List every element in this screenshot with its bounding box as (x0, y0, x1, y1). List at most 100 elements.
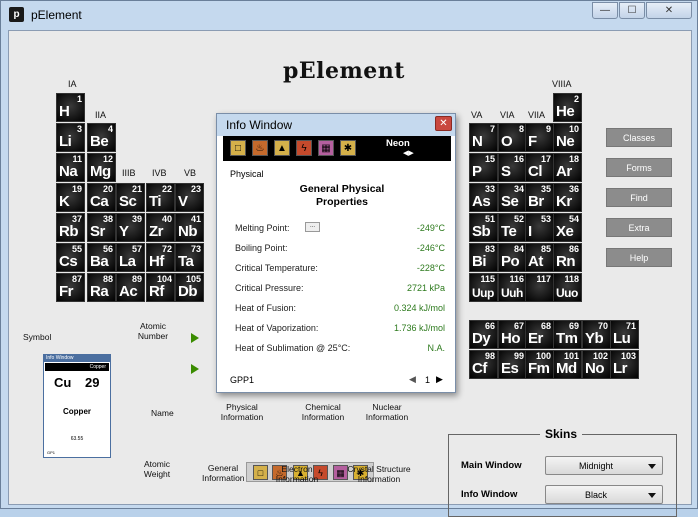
classes-button[interactable]: Classes (606, 128, 672, 147)
element-cell[interactable]: 40 Zr (146, 213, 175, 242)
element-cell[interactable]: 56 Ba (87, 243, 116, 272)
general-info-icon[interactable]: □ (253, 465, 268, 480)
element-cell[interactable]: 41 Nb (175, 213, 204, 242)
maximize-button[interactable]: ☐ (619, 2, 645, 19)
next-page-icon[interactable]: ▶ (436, 374, 443, 385)
element-cell[interactable]: 71 Lu (610, 320, 639, 349)
close-button[interactable]: ✕ (646, 2, 692, 19)
element-cell[interactable]: 99 Es (498, 350, 527, 379)
find-button[interactable]: Find (606, 188, 672, 207)
element-cell[interactable]: 1H (56, 93, 85, 122)
lanthanide-arrow-icon[interactable] (191, 333, 199, 343)
element-cell[interactable]: 23 V (175, 183, 204, 212)
prop-value: -228°C (416, 263, 445, 273)
element-cell[interactable]: 7N (469, 123, 498, 152)
element-cell[interactable]: 70 Yb (582, 320, 611, 349)
info-close-icon[interactable]: ✕ (435, 116, 452, 131)
element-cell[interactable]: 19 K (56, 183, 85, 212)
minimize-button[interactable]: — (592, 2, 618, 19)
element-symbol: Li (59, 133, 72, 150)
element-cell[interactable]: 69 Tm (553, 320, 582, 349)
nuclear-atom-icon[interactable]: ✱ (340, 140, 356, 156)
element-cell[interactable]: 33 As (469, 183, 498, 212)
element-cell[interactable]: 66 Dy (469, 320, 498, 349)
element-cell[interactable]: 9F (525, 123, 554, 152)
element-cell[interactable]: 37 Rb (56, 213, 85, 242)
element-cell[interactable]: 34 Se (498, 183, 527, 212)
main-window-skin-select[interactable]: Midnight (545, 456, 663, 475)
element-cell[interactable]: 102 No (582, 350, 611, 379)
element-cell[interactable]: 54 Xe (553, 213, 582, 242)
element-cell[interactable]: 17 Cl (525, 153, 554, 182)
element-cell[interactable]: 85 At (525, 243, 554, 272)
element-cell[interactable]: 22 Ti (146, 183, 175, 212)
element-cell[interactable]: 16 S (498, 153, 527, 182)
element-cell[interactable]: 68 Er (525, 320, 554, 349)
element-symbol: Sc (119, 193, 137, 210)
element-cell[interactable]: 52 Te (498, 213, 527, 242)
group-label-viiia: VIIIA (552, 79, 572, 89)
element-cell[interactable]: 105 Db (175, 273, 204, 302)
crystal-cube-icon[interactable]: ▦ (318, 140, 334, 156)
element-cell[interactable]: 12 Mg (87, 153, 116, 182)
element-cell[interactable]: 53 I (525, 213, 554, 242)
element-cell[interactable]: 67 Ho (498, 320, 527, 349)
element-cell[interactable]: 98 Cf (469, 350, 498, 379)
element-cell[interactable]: 3 Li (56, 123, 85, 152)
element-cell[interactable]: 83 Bi (469, 243, 498, 272)
element-number: 118 (564, 274, 579, 284)
chemical-bolt-icon[interactable]: ϟ (296, 140, 312, 156)
element-cell[interactable]: 18 Ar (553, 153, 582, 182)
element-cell[interactable]: 36 Kr (553, 183, 582, 212)
melting-detail-button[interactable]: ... (305, 222, 320, 232)
nuclear-info-label: Nuclear Information (365, 402, 409, 422)
element-cell[interactable]: 38 Sr (87, 213, 116, 242)
element-cell[interactable]: 72 Hf (146, 243, 175, 272)
element-cell[interactable]: 101 Md (553, 350, 582, 379)
element-cell[interactable]: 104 Rf (146, 273, 175, 302)
element-cell[interactable]: 73 Ta (175, 243, 204, 272)
element-cell[interactable]: 103 Lr (610, 350, 639, 379)
element-cell[interactable]: 20 Ca (87, 183, 116, 212)
prev-page-icon[interactable]: ◀ (409, 374, 416, 385)
extra-button[interactable]: Extra (606, 218, 672, 237)
element-cell[interactable]: 55 Cs (56, 243, 85, 272)
info-window-skin-label: Info Window (461, 489, 518, 500)
mini-toolbar-name: Copper (89, 364, 106, 370)
element-cell[interactable]: 10 Ne (553, 123, 582, 152)
element-symbol: Ac (119, 283, 138, 300)
element-cell[interactable]: 87 Fr (56, 273, 85, 302)
element-cell[interactable]: 116 Uuh (498, 273, 527, 302)
element-cell[interactable]: 39 Y (116, 213, 145, 242)
electron-flask-icon[interactable]: ♨ (252, 140, 268, 156)
info-footer-code: GPP1 (230, 375, 255, 385)
forms-button[interactable]: Forms (606, 158, 672, 177)
element-symbol: Ra (90, 283, 109, 300)
element-cell[interactable]: 51 Sb (469, 213, 498, 242)
help-button[interactable]: Help (606, 248, 672, 267)
element-cell[interactable]: 88 Ra (87, 273, 116, 302)
element-cell[interactable]: 84 Po (498, 243, 527, 272)
general-info-icon[interactable]: □ (230, 140, 246, 156)
physical-flask-icon[interactable]: ▲ (274, 140, 290, 156)
element-cell[interactable]: 15 P (469, 153, 498, 182)
element-cell[interactable]: 2 He (553, 93, 582, 122)
element-symbol: Ho (501, 330, 521, 347)
element-cell[interactable]: 57 La (116, 243, 145, 272)
element-cell[interactable]: 86 Rn (553, 243, 582, 272)
element-cell[interactable]: 118 Uuo (553, 273, 582, 302)
element-cell[interactable]: 11 Na (56, 153, 85, 182)
element-cell[interactable]: 4 Be (87, 123, 116, 152)
info-window-skin-select[interactable]: Black (545, 485, 663, 504)
chevron-down-icon (648, 493, 656, 498)
element-nav-arrows[interactable]: ◀▶ (403, 149, 414, 157)
element-cell[interactable]: 100 Fm (525, 350, 554, 379)
element-cell[interactable]: 115 Uup (469, 273, 498, 302)
actinide-arrow-icon[interactable] (191, 364, 199, 374)
element-cell[interactable]: 117 (525, 273, 554, 302)
element-cell[interactable]: 35 Br (525, 183, 554, 212)
element-cell[interactable]: 89 Ac (116, 273, 145, 302)
prop-label: Heat of Sublimation @ 25°C: (235, 343, 351, 353)
element-cell[interactable]: 21 Sc (116, 183, 145, 212)
element-cell[interactable]: 8O (498, 123, 527, 152)
